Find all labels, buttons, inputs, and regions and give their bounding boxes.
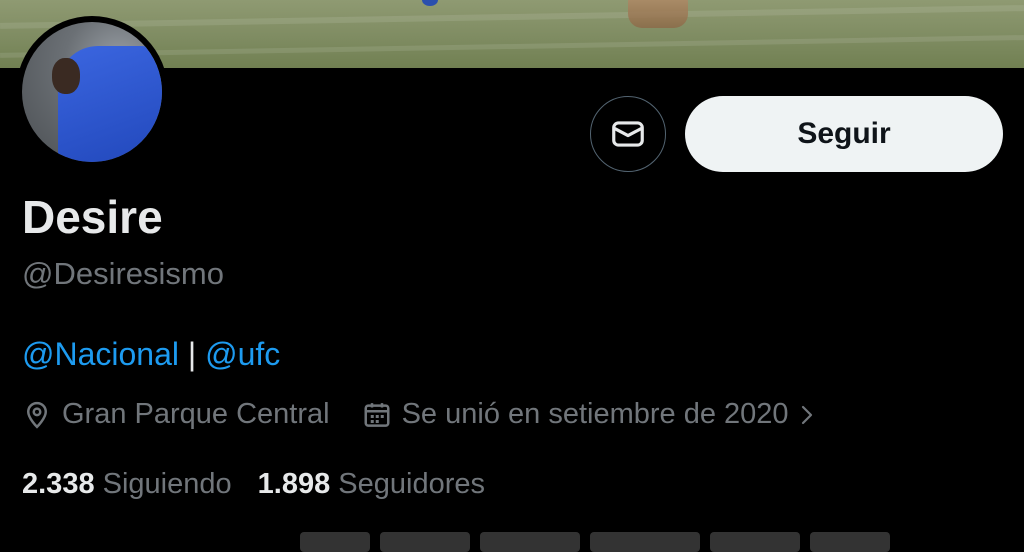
location-text: Gran Parque Central xyxy=(62,398,330,430)
chevron-right-icon xyxy=(801,405,812,424)
following-link[interactable]: 2.338 Siguiendo xyxy=(22,468,232,501)
location-item: Gran Parque Central xyxy=(22,398,330,431)
joined-text: Se unió en setiembre de 2020 xyxy=(401,398,789,430)
banner-ball xyxy=(422,0,438,6)
truncated-text-row xyxy=(300,532,980,552)
avatar-image xyxy=(22,22,162,162)
profile-meta: Gran Parque Central Se unió en setiembre… xyxy=(22,398,819,431)
followers-count: 1.898 xyxy=(257,468,331,500)
followers-link[interactable]: 1.898 Seguidores xyxy=(258,468,485,501)
calendar-icon xyxy=(364,402,390,427)
followers-label: Seguidores xyxy=(338,468,485,500)
banner-figure xyxy=(628,0,688,28)
display-name: Desire xyxy=(22,191,163,243)
envelope-icon xyxy=(612,121,644,147)
message-button[interactable] xyxy=(590,96,666,172)
follow-button[interactable]: Seguir xyxy=(685,96,1003,172)
bio: @Nacional | @ufc xyxy=(22,336,280,373)
bio-separator: | xyxy=(179,336,206,372)
user-handle: @Desiresismo xyxy=(22,256,224,291)
avatar[interactable] xyxy=(16,16,168,168)
bio-mention-nacional[interactable]: @Nacional xyxy=(22,336,179,372)
following-label: Siguiendo xyxy=(102,468,232,500)
location-pin-icon xyxy=(26,401,48,429)
joined-item[interactable]: Se unió en setiembre de 2020 xyxy=(362,398,819,431)
bio-mention-ufc[interactable]: @ufc xyxy=(205,336,280,372)
follow-stats: 2.338 Siguiendo 1.898 Seguidores xyxy=(22,468,485,501)
following-count: 2.338 xyxy=(22,468,95,500)
